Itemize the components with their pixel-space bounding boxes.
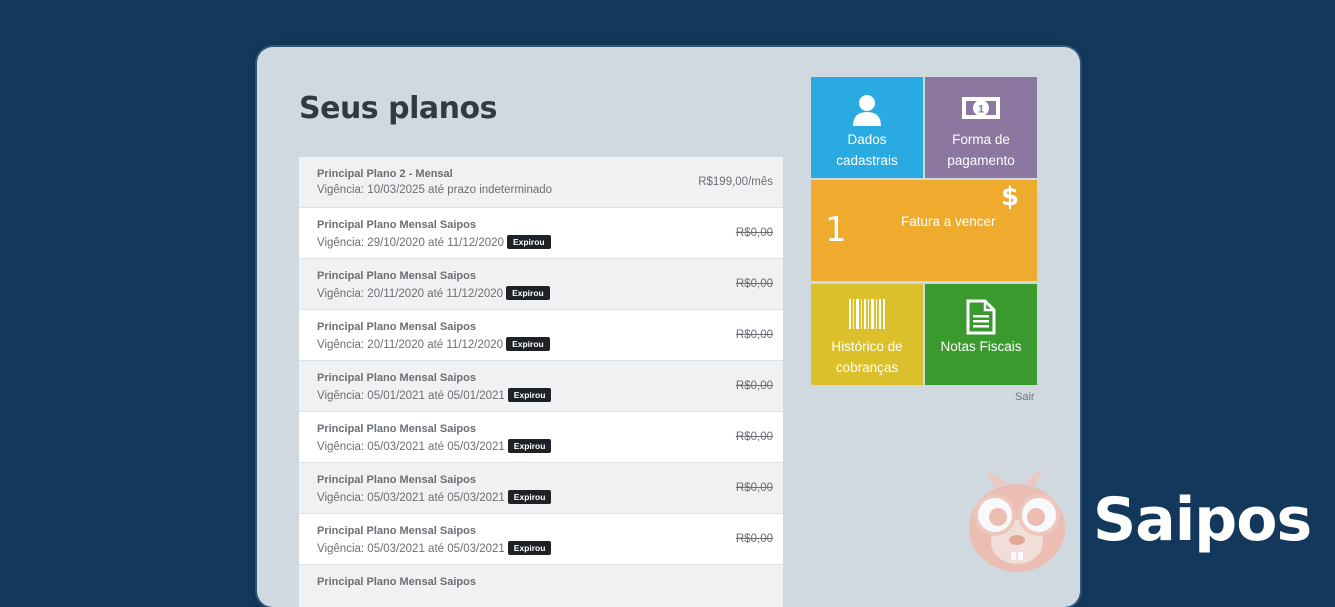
fatura-a-vencer-label: Fatura a vencer (901, 214, 996, 229)
dollar-icon: $ (1000, 182, 1019, 212)
plan-row: Principal Plano Mensal Saipos Vigência: 2… (299, 259, 783, 310)
status-badge: Expirou (507, 490, 552, 504)
plan-price: R$0,00 (735, 380, 773, 392)
plan-row: Principal Plano Mensal Saipos Vigência: 0… (299, 412, 783, 463)
plan-price: R$0,00 (735, 482, 773, 494)
plan-name: Principal Plano Mensal Saipos (317, 576, 476, 588)
plan-validity-text: Vigência: 10/03/2025 até prazo indetermi… (317, 184, 553, 196)
status-badge: Expirou (506, 286, 550, 300)
historico-de-cobrancas-tile[interactable]: Histórico de cobranças (811, 284, 923, 385)
historico-de-cobrancas-label: Histórico de cobranças (831, 339, 903, 375)
plan-validity: Vigência: 20/11/2020 até 11/12/2020 Expir… (317, 337, 550, 351)
dados-cadastrais-tile[interactable]: Dados cadastrais (811, 77, 923, 178)
plan-validity-text: Vigência: 29/10/2020 até 11/12/2020 (317, 237, 504, 249)
dados-cadastrais-label: Dados cadastrais (836, 132, 898, 168)
fatura-count: 1 (825, 210, 847, 250)
plan-validity-text: Vigência: 05/03/2021 até 05/03/2021 (317, 441, 505, 453)
plans-list: Principal Plano 2 - Mensal Vigência: 10/0… (299, 157, 783, 607)
plan-validity: Vigência: 05/03/2021 até 05/03/2021 Expir… (317, 439, 552, 453)
status-badge: Expirou (506, 235, 551, 249)
plan-row: Principal Plano Mensal Saipos Vigência: 0… (299, 361, 783, 412)
plan-name: Principal Plano Mensal Saipos (317, 372, 476, 384)
plan-row: Principal Plano Mensal Saipos (299, 565, 783, 607)
plan-validity: Vigência: 05/03/2021 até 05/03/2021 Expir… (317, 541, 552, 555)
saipos-logo-text: Saipos (1093, 485, 1312, 555)
squirrel-mascot-icon (969, 468, 1065, 572)
plan-validity-text: Vigência: 05/03/2021 até 05/03/2021 (317, 492, 505, 504)
money-icon: 1 (925, 94, 1037, 126)
page-title: Seus planos (299, 91, 497, 126)
notas-fiscais-label: Notas Fiscais (940, 339, 1022, 354)
document-icon (925, 299, 1037, 335)
fatura-a-vencer-tile[interactable]: 1 Fatura a vencer $ (811, 180, 1037, 281)
status-badge: Expirou (507, 388, 552, 402)
forma-de-pagamento-label: Forma de pagamento (947, 132, 1015, 168)
sair-link[interactable]: Sair (1015, 391, 1035, 403)
status-badge: Expirou (507, 439, 552, 453)
plan-validity-text: Vigência: 20/11/2020 até 11/12/2020 (317, 339, 504, 351)
saipos-brand: Saipos (965, 460, 1325, 580)
plan-price: R$0,00 (735, 533, 773, 545)
notas-fiscais-tile[interactable]: Notas Fiscais (925, 284, 1037, 385)
plan-validity-text: Vigência: 20/11/2020 até 11/12/2020 (317, 288, 504, 300)
plan-price: R$0,00 (735, 329, 773, 341)
plan-row: Principal Plano 2 - Mensal Vigência: 10/0… (299, 157, 783, 208)
plan-validity: Vigência: 05/03/2021 até 05/03/2021 Expir… (317, 490, 552, 504)
plan-validity-text: Vigência: 05/01/2021 até 05/01/2021 (317, 390, 505, 402)
barcode-icon (811, 299, 923, 335)
plan-validity: Vigência: 29/10/2020 até 11/12/2020 Expir… (317, 235, 551, 249)
plan-price: R$0,00 (735, 227, 773, 239)
plan-name: Principal Plano Mensal Saipos (317, 270, 476, 282)
status-badge: Expirou (507, 541, 552, 555)
plan-validity: Vigência: 10/03/2025 até prazo indetermi… (317, 184, 552, 196)
plan-name: Principal Plano 2 - Mensal (317, 168, 453, 180)
plan-row: Principal Plano Mensal Saipos Vigência: 2… (299, 208, 783, 259)
user-icon (811, 94, 923, 126)
status-badge: Expirou (506, 337, 550, 351)
plan-row: Principal Plano Mensal Saipos Vigência: 0… (299, 463, 783, 514)
plan-row: Principal Plano Mensal Saipos Vigência: 0… (299, 514, 783, 565)
plan-price: R$0,00 (735, 431, 773, 443)
plan-name: Principal Plano Mensal Saipos (317, 423, 476, 435)
plan-name: Principal Plano Mensal Saipos (317, 525, 476, 537)
plan-name: Principal Plano Mensal Saipos (317, 219, 476, 231)
svg-text:1: 1 (978, 104, 984, 116)
plan-price: R$0,00 (735, 278, 773, 290)
plans-panel: Seus planos Principal Plano 2 - Mensal Vi… (257, 47, 1080, 607)
plan-price: R$199,00/mês (698, 176, 773, 188)
forma-de-pagamento-tile[interactable]: 1 Forma de pagamento (925, 77, 1037, 178)
plan-validity: Vigência: 05/01/2021 até 05/01/2021 Expir… (317, 388, 552, 402)
plan-validity: Vigência: 20/11/2020 até 11/12/2020 Expir… (317, 286, 550, 300)
plan-name: Principal Plano Mensal Saipos (317, 321, 476, 333)
plan-name: Principal Plano Mensal Saipos (317, 474, 476, 486)
plan-validity-text: Vigência: 05/03/2021 até 05/03/2021 (317, 543, 505, 555)
plan-row: Principal Plano Mensal Saipos Vigência: 2… (299, 310, 783, 361)
